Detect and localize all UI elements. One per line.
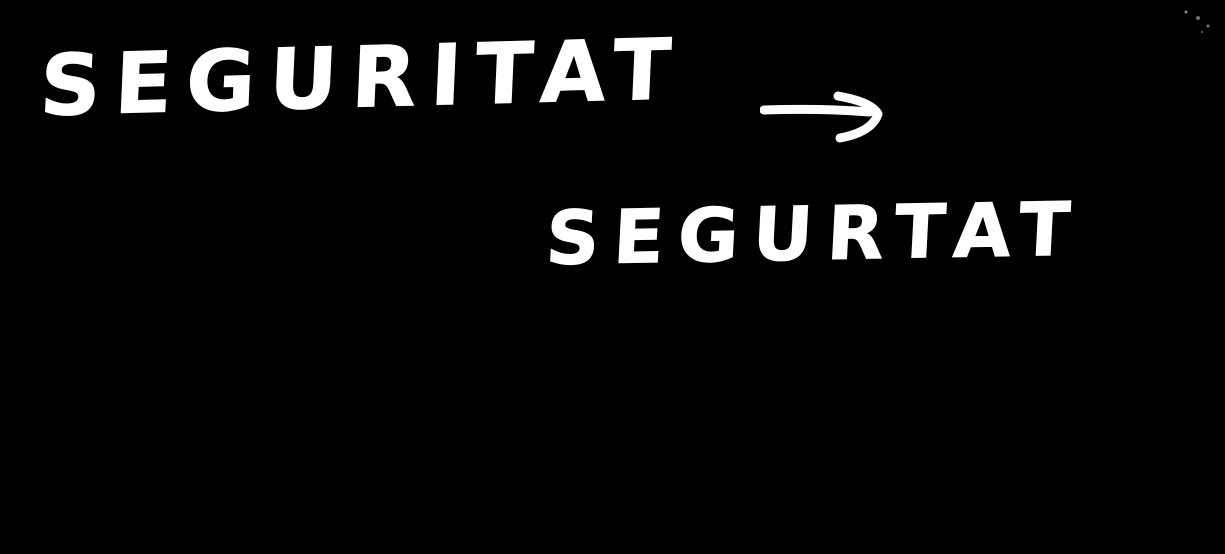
word-after: SEGURTAT [543, 186, 1086, 282]
right-arrow-icon [760, 91, 883, 143]
word-before: SEGURITAT [38, 20, 688, 136]
chalk-smudge [1184, 10, 1210, 33]
blackboard: SEGURITAT SEGURTAT [0, 0, 1225, 554]
